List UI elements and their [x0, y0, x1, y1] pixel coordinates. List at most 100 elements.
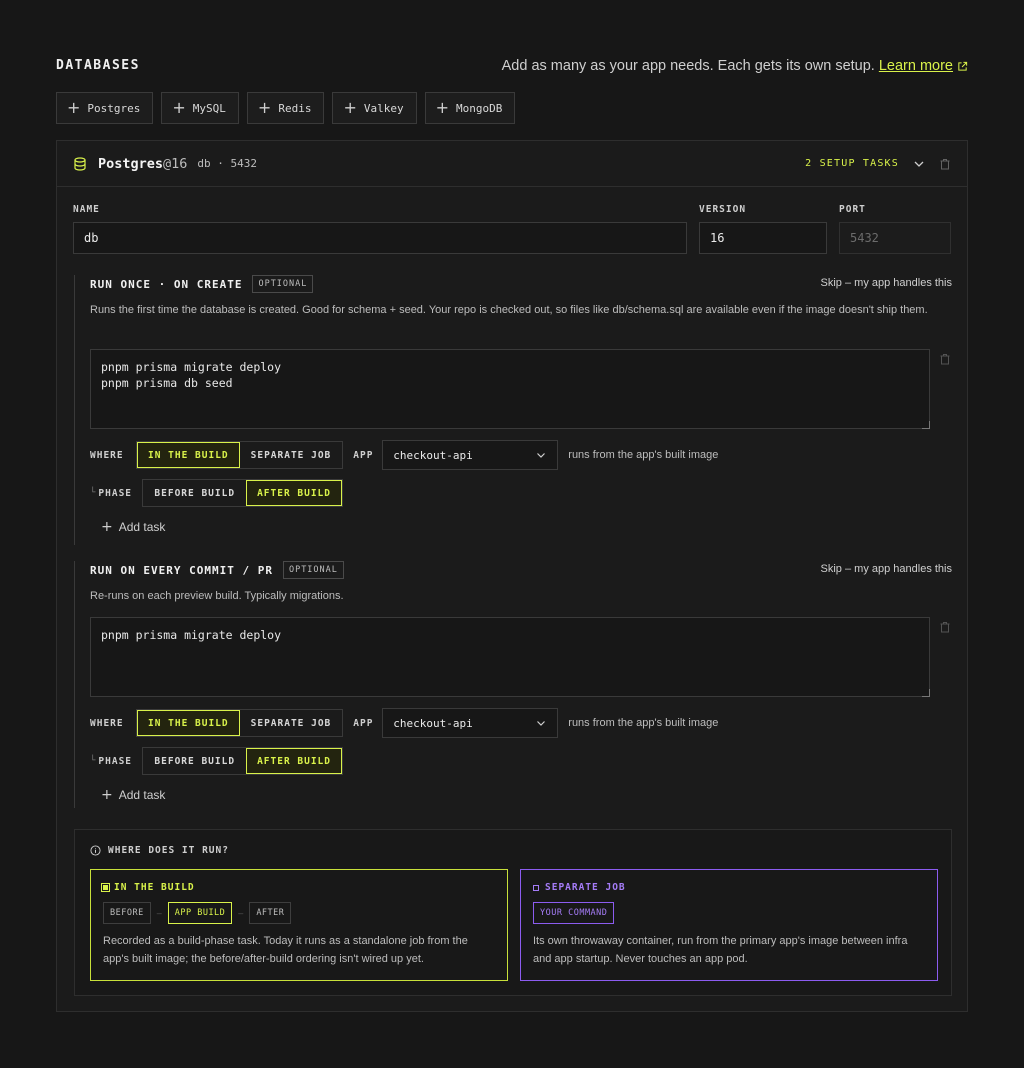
task-title-row: RUN ON EVERY COMMIT / PR OPTIONAL [90, 561, 344, 579]
section-title: DATABASES [56, 58, 140, 73]
add-postgres-label: Postgres [87, 101, 141, 115]
where-label: WHERE [90, 449, 124, 461]
empty-square-icon [533, 884, 539, 891]
in-the-build-title: IN THE BUILD [114, 882, 195, 893]
app-hint: runs from the app's built image [568, 449, 719, 461]
app-select-value: checkout-api [393, 716, 473, 730]
port-label: PORT [839, 204, 866, 215]
trash-icon[interactable] [939, 621, 951, 633]
plus-icon: + [257, 98, 272, 117]
add-mongodb-button[interactable]: + MongoDB [424, 92, 516, 124]
resize-handle[interactable] [922, 421, 930, 429]
setup-tasks-count: 2 SETUP TASKS [805, 158, 899, 169]
database-card-header[interactable]: Postgres @16 db · 5432 2 SETUP TASKS [57, 141, 967, 187]
plus-icon: + [343, 98, 357, 117]
separate-job-description: Its own throwaway container, run from th… [533, 935, 908, 965]
in-the-build-option[interactable]: IN THE BUILD BEFORE – APP BUILD – AFTER … [90, 869, 508, 981]
task-title: RUN ONCE · ON CREATE [90, 277, 243, 291]
task-command-editor[interactable]: pnpm prisma migrate deploy [90, 617, 930, 697]
chip-after: AFTER [249, 902, 292, 924]
resize-handle[interactable] [922, 689, 930, 697]
chevron-down-icon [537, 453, 546, 458]
phase-after-build-button[interactable]: AFTER BUILD [246, 480, 342, 506]
where-separate-job-button[interactable]: SEPARATE JOB [239, 710, 343, 736]
info-icon [90, 845, 101, 856]
app-select[interactable]: checkout-api [382, 708, 559, 738]
add-task-label: Add task [118, 788, 166, 802]
chip-separator: – [238, 908, 244, 918]
task-command-editor[interactable]: pnpm prisma migrate deploy pnpm prisma d… [90, 349, 930, 429]
plus-icon: + [67, 98, 81, 117]
where-separate-job-button[interactable]: SEPARATE JOB [239, 442, 343, 468]
add-mysql-label: MySQL [192, 101, 226, 115]
chevron-down-icon [537, 721, 546, 726]
skip-toggle[interactable]: Skip – my app handles this [821, 563, 952, 575]
add-redis-label: Redis [278, 101, 312, 115]
phase-row: └ PHASE BEFORE BUILD AFTER BUILD [90, 479, 343, 507]
plus-icon: + [172, 98, 186, 117]
name-label: NAME [73, 204, 100, 215]
add-task-button[interactable]: + Add task [101, 519, 165, 535]
separate-job-title-row: SEPARATE JOB [533, 882, 925, 893]
add-database-row: + Postgres + MySQL + Redis + Valkey + MongoDB [56, 92, 516, 124]
filled-square-icon [101, 883, 110, 892]
external-link-icon[interactable] [957, 61, 968, 72]
where-title: WHERE DOES IT RUN? [108, 845, 229, 856]
version-label: VERSION [699, 204, 747, 215]
learn-more-link[interactable]: Learn more [879, 58, 953, 74]
phase-after-build-button[interactable]: AFTER BUILD [246, 748, 342, 774]
chip-separator: – [156, 908, 162, 918]
database-meta: db · 5432 [197, 157, 258, 170]
add-task-label: Add task [118, 520, 166, 534]
phase-label: PHASE [98, 755, 133, 767]
version-input[interactable]: 16 [699, 222, 827, 254]
trash-icon[interactable] [939, 158, 951, 170]
phase-before-build-button[interactable]: BEFORE BUILD [143, 480, 247, 506]
task-description: Runs the first time the database is crea… [90, 304, 928, 316]
port-input[interactable]: 5432 [839, 222, 951, 254]
plus-icon: + [435, 98, 450, 117]
add-valkey-button[interactable]: + Valkey [332, 92, 417, 124]
where-title-row: WHERE DOES IT RUN? [90, 845, 229, 856]
section-description: Add as many as your app needs. Each gets… [502, 58, 968, 74]
where-label: WHERE [90, 717, 124, 729]
chevron-down-icon[interactable] [913, 158, 925, 170]
where-segmented: IN THE BUILD SEPARATE JOB [136, 709, 344, 737]
plus-icon: + [101, 519, 113, 535]
task-title: RUN ON EVERY COMMIT / PR [90, 563, 273, 577]
chip-app-build: APP BUILD [167, 902, 233, 924]
task-description: Re-runs on each preview build. Typically… [90, 590, 344, 602]
where-segmented: IN THE BUILD SEPARATE JOB [136, 441, 344, 469]
chip-before: BEFORE [103, 902, 151, 924]
optional-badge: OPTIONAL [252, 275, 314, 293]
phase-before-build-button[interactable]: BEFORE BUILD [143, 748, 247, 774]
optional-badge: OPTIONAL [282, 561, 344, 579]
where-row: WHERE IN THE BUILD SEPARATE JOB APP chec… [90, 440, 719, 470]
build-phase-chips: BEFORE – APP BUILD – AFTER [103, 902, 495, 924]
separate-job-title: SEPARATE JOB [545, 882, 626, 893]
database-icon [74, 156, 86, 171]
where-does-it-run-panel: WHERE DOES IT RUN? IN THE BUILD BEFORE –… [74, 829, 952, 996]
skip-toggle[interactable]: Skip – my app handles this [821, 277, 952, 289]
add-postgres-button[interactable]: + Postgres [56, 92, 154, 124]
separate-job-option[interactable]: SEPARATE JOB YOUR COMMAND Its own throwa… [520, 869, 938, 981]
app-select[interactable]: checkout-api [382, 440, 559, 470]
section-description-text: Add as many as your app needs. Each gets… [501, 58, 875, 74]
plus-icon: + [101, 787, 113, 803]
add-mysql-button[interactable]: + MySQL [161, 92, 239, 124]
trash-icon[interactable] [939, 353, 951, 365]
in-the-build-title-row: IN THE BUILD [101, 882, 495, 893]
name-input[interactable]: db [73, 222, 687, 254]
where-in-build-button[interactable]: IN THE BUILD [137, 442, 240, 468]
database-name: Postgres [98, 155, 164, 172]
app-hint: runs from the app's built image [568, 717, 719, 729]
phase-row: └ PHASE BEFORE BUILD AFTER BUILD [90, 747, 343, 775]
phase-segmented: BEFORE BUILD AFTER BUILD [142, 479, 343, 507]
where-in-build-button[interactable]: IN THE BUILD [137, 710, 240, 736]
add-redis-button[interactable]: + Redis [246, 92, 325, 124]
add-mongodb-label: MongoDB [456, 101, 503, 115]
add-valkey-label: Valkey [363, 101, 404, 115]
where-row: WHERE IN THE BUILD SEPARATE JOB APP chec… [90, 708, 719, 738]
in-the-build-description: Recorded as a build-phase task. Today it… [103, 935, 468, 965]
add-task-button[interactable]: + Add task [101, 787, 165, 803]
